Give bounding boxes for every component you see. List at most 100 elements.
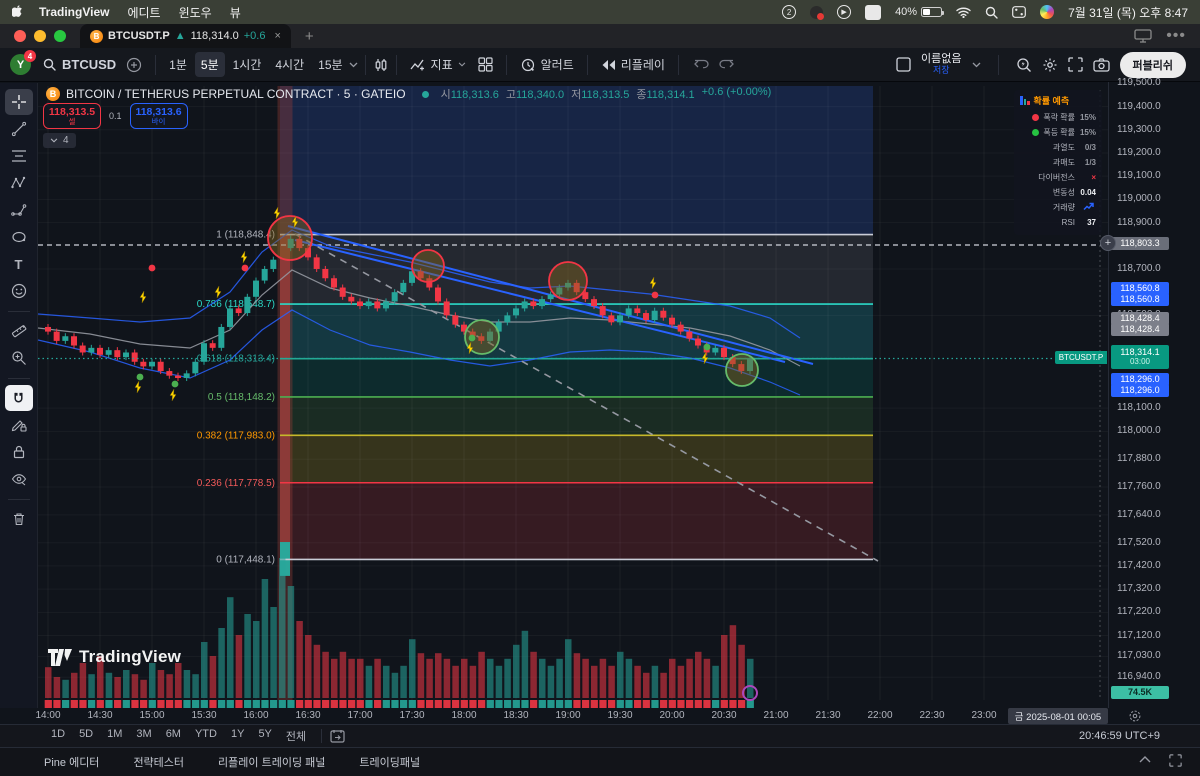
- layout-save[interactable]: 이름없음 저장: [921, 54, 961, 75]
- buy-button[interactable]: 118,313.6 바이: [130, 103, 188, 129]
- trendline-tool-icon[interactable]: [5, 116, 33, 142]
- range-button-5D[interactable]: 5D: [72, 726, 100, 746]
- price-level-badge[interactable]: 118,428.4: [1111, 323, 1169, 336]
- screenshot-camera-icon[interactable]: [1093, 58, 1110, 72]
- last-price-badge[interactable]: 118,314.103:00: [1111, 345, 1169, 369]
- sell-button[interactable]: 118,313.5 셀: [43, 103, 101, 129]
- layout-grid-icon[interactable]: [478, 57, 493, 72]
- expand-panel-icon[interactable]: [1139, 754, 1151, 770]
- zoom-window-button[interactable]: [54, 30, 66, 42]
- interval-button-1분[interactable]: 1분: [163, 52, 193, 77]
- ellipse-tool-icon[interactable]: [5, 224, 33, 250]
- close-window-button[interactable]: [14, 30, 26, 42]
- range-button-3M[interactable]: 3M: [129, 726, 158, 746]
- alert-button[interactable]: 알러트: [514, 52, 580, 77]
- zoom-in-tool-icon[interactable]: [5, 345, 33, 371]
- legend-title[interactable]: BITCOIN / TETHERUS PERPETUAL CONTRACT · …: [66, 87, 406, 101]
- screen-share-icon[interactable]: [1134, 29, 1152, 43]
- signal-circle-drawing[interactable]: [268, 216, 312, 260]
- menu-item-edit[interactable]: 에디트: [127, 4, 160, 21]
- redo-icon[interactable]: [718, 59, 734, 71]
- hide-drawings-tool-icon[interactable]: [5, 466, 33, 492]
- symbol-search[interactable]: BTCUSD: [39, 57, 120, 72]
- time-axis[interactable]: 금 2025-08-01 00:05 14:0014:3015:0015:301…: [0, 708, 1200, 724]
- tab-replay-trading-panel[interactable]: 리플레이 트레이딩 패널: [218, 754, 325, 770]
- fib-retracement-tool-icon[interactable]: [5, 143, 33, 169]
- spotlight-search-icon[interactable]: [985, 6, 998, 19]
- menu-item-view[interactable]: 뷰: [230, 4, 241, 21]
- add-alert-plus-icon[interactable]: +: [1100, 235, 1116, 251]
- ruler-tool-icon[interactable]: [5, 318, 33, 344]
- tab-strategy-tester[interactable]: 전략테스터: [133, 754, 184, 770]
- tab-pine-editor[interactable]: Pine 에디터: [44, 754, 99, 770]
- menu-item-app[interactable]: TradingView: [39, 5, 109, 19]
- price-level-badge[interactable]: 118,560.8: [1111, 293, 1169, 306]
- tab-close-icon[interactable]: ×: [274, 30, 280, 42]
- chart-style-icon[interactable]: [373, 57, 389, 73]
- prediction-panel[interactable]: 확률 예측 폭락 확률15% 폭등 확률15% 과열도0/3 과매도1/3 다이…: [1014, 90, 1102, 235]
- browser-profile-icon[interactable]: [1040, 5, 1054, 19]
- battery-indicator[interactable]: 40%: [895, 6, 942, 18]
- session-clock[interactable]: 20:46:59 UTC+9: [1079, 730, 1190, 742]
- interval-button-4시간[interactable]: 4시간: [269, 52, 310, 77]
- apple-logo-icon[interactable]: [12, 5, 25, 19]
- fullscreen-icon[interactable]: [1068, 57, 1083, 72]
- signal-circle-drawing[interactable]: [412, 250, 444, 282]
- volume-bar: [331, 659, 338, 698]
- control-center-icon[interactable]: [1012, 6, 1026, 18]
- price-level-badge[interactable]: 118,296.0: [1111, 384, 1169, 397]
- drawing-lock-tool-icon[interactable]: [5, 412, 33, 438]
- multichart-layout-icon[interactable]: [896, 57, 911, 72]
- new-tab-button[interactable]: +: [305, 28, 314, 45]
- range-button-1D[interactable]: 1D: [44, 726, 72, 746]
- chart-canvas[interactable]: 1 (118,848.4)0.786 (118,548.7)0.618 (118…: [38, 82, 1108, 708]
- range-button-6M[interactable]: 6M: [159, 726, 188, 746]
- range-button-5Y[interactable]: 5Y: [251, 726, 278, 746]
- play-menu-icon[interactable]: ▶: [837, 5, 851, 19]
- price-level-badge[interactable]: 118,803.3: [1111, 237, 1169, 250]
- menubar-clock[interactable]: 7월 31일 (목) 오후 8:47: [1068, 4, 1188, 21]
- range-button-전체[interactable]: 전체: [279, 726, 313, 746]
- price-level-badge[interactable]: 74.5K: [1111, 686, 1169, 699]
- add-symbol-icon[interactable]: [126, 57, 142, 73]
- tab-trading-panel[interactable]: 트레이딩패널: [359, 754, 420, 770]
- interval-button-1시간[interactable]: 1시간: [227, 52, 268, 77]
- publish-button[interactable]: 퍼블리쉬: [1120, 52, 1186, 78]
- interval-button-15분[interactable]: 15분: [312, 52, 348, 77]
- maximize-panel-icon[interactable]: [1169, 754, 1182, 770]
- recording-status-icon[interactable]: [810, 6, 823, 19]
- price-axis[interactable]: 119,500.0119,400.0119,300.0119,200.0119,…: [1108, 82, 1200, 708]
- wifi-icon[interactable]: [956, 7, 971, 18]
- signal-circle-drawing[interactable]: [726, 354, 758, 386]
- delete-drawings-tool-icon[interactable]: [5, 506, 33, 532]
- input-language-icon[interactable]: 한: [865, 5, 881, 20]
- crosshair-tool-icon[interactable]: [5, 89, 33, 115]
- range-button-YTD[interactable]: YTD: [188, 726, 224, 746]
- forecast-tool-icon[interactable]: [5, 197, 33, 223]
- user-avatar[interactable]: Y4: [10, 54, 31, 75]
- lock-all-tool-icon[interactable]: [5, 439, 33, 465]
- quick-search-icon[interactable]: [1016, 57, 1032, 73]
- range-button-1M[interactable]: 1M: [100, 726, 129, 746]
- replay-button[interactable]: 리플레이: [595, 52, 671, 77]
- interval-button-5분[interactable]: 5분: [195, 52, 225, 77]
- collapsed-indicators-chip[interactable]: 4: [43, 133, 76, 148]
- menu-item-window[interactable]: 윈도우: [179, 4, 212, 21]
- layout-dropdown-icon[interactable]: [972, 62, 981, 68]
- indicators-button[interactable]: 지표: [404, 52, 472, 77]
- tab-overflow-icon[interactable]: •••: [1166, 27, 1186, 45]
- range-button-1Y[interactable]: 1Y: [224, 726, 251, 746]
- emoji-tool-icon[interactable]: [5, 278, 33, 304]
- interval-dropdown-icon[interactable]: [349, 62, 358, 68]
- undo-icon[interactable]: [694, 59, 710, 71]
- browser-tab[interactable]: B BTCUSDT.P ▲ 118,314.0 +0.6 ×: [80, 24, 291, 48]
- text-tool-icon[interactable]: T: [5, 251, 33, 277]
- signal-circle-drawing[interactable]: [549, 262, 587, 300]
- goto-date-icon[interactable]: [330, 729, 345, 743]
- xabcd-pattern-tool-icon[interactable]: [5, 170, 33, 196]
- minimize-window-button[interactable]: [34, 30, 46, 42]
- magnet-tool-icon[interactable]: [5, 385, 33, 411]
- settings-gear-icon[interactable]: [1042, 57, 1058, 73]
- chart-pane[interactable]: 1 (118,848.4)0.786 (118,548.7)0.618 (118…: [38, 82, 1108, 708]
- notification-count-icon[interactable]: 2: [782, 5, 796, 19]
